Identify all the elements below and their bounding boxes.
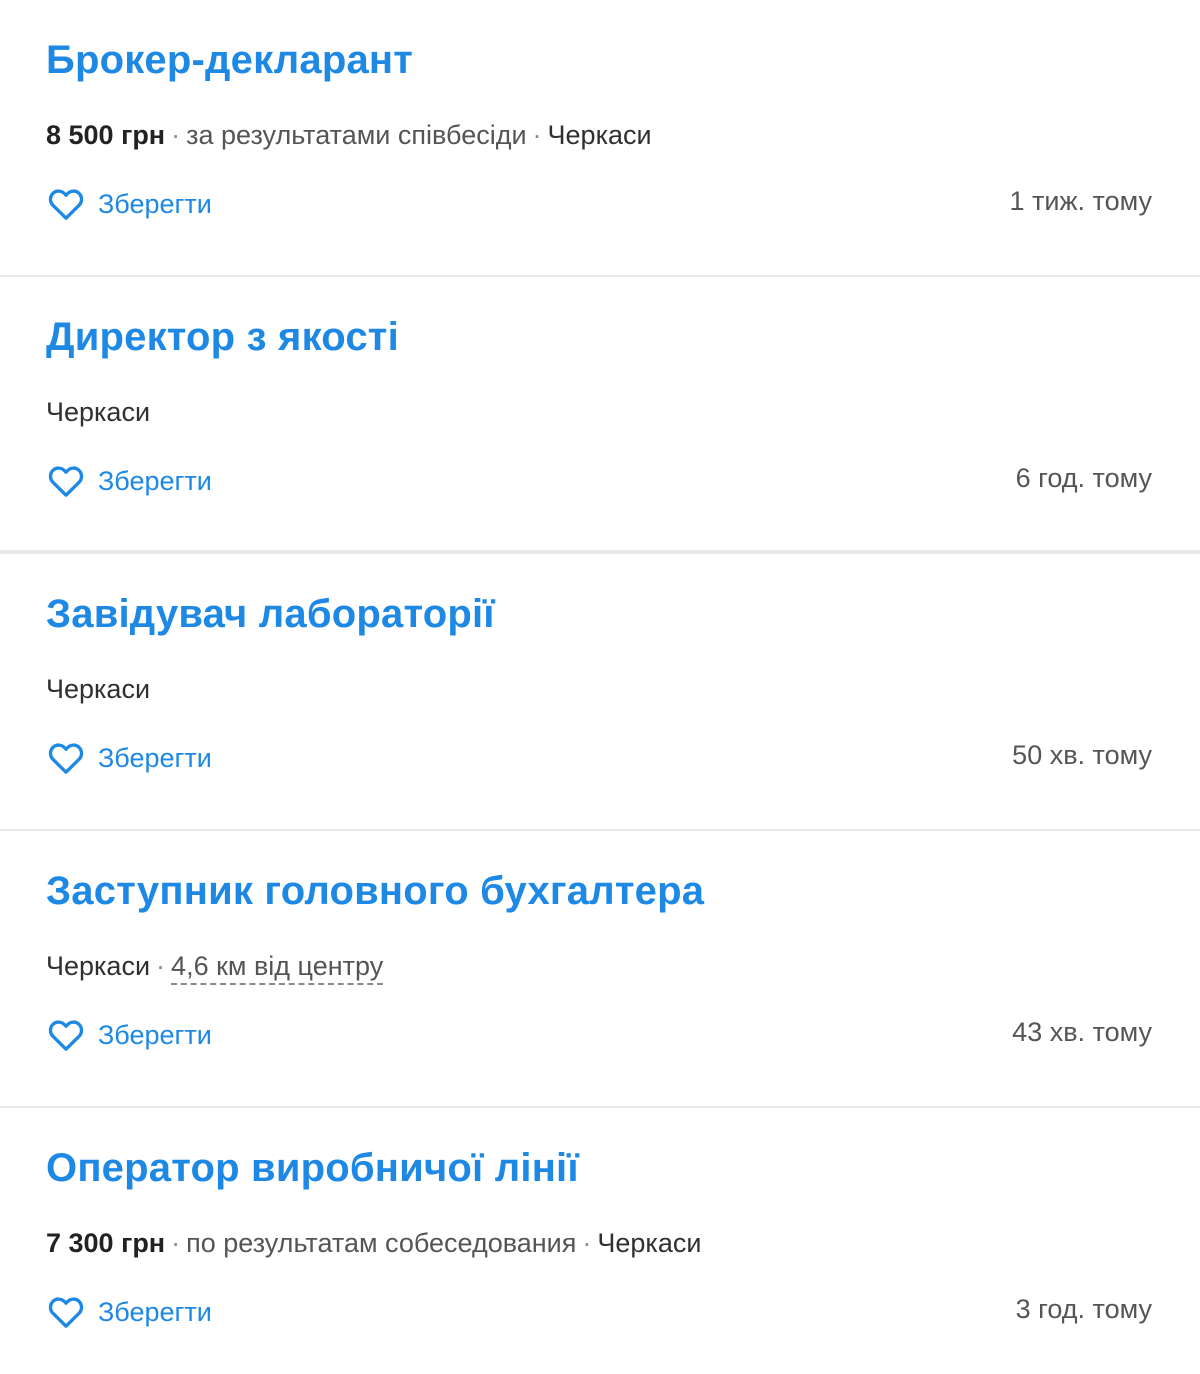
save-label: Зберегти (98, 1019, 212, 1050)
salary-amount: 7 300 грн (46, 1228, 166, 1258)
save-button[interactable]: Зберегти (46, 461, 212, 501)
posted-time: 50 хв. тому (1012, 740, 1152, 770)
meta-separator: · (582, 1228, 592, 1258)
heart-outline-icon (48, 743, 84, 774)
vacancy-title-link[interactable]: Завідувач лабораторії (46, 592, 495, 637)
posted-time: 1 тиж. тому (1009, 186, 1152, 216)
city: Черкаси (46, 674, 151, 704)
save-label: Зберегти (98, 1296, 212, 1327)
vacancy-title-link[interactable]: Оператор виробничої лінії (46, 1146, 579, 1191)
city: Черкаси (46, 397, 151, 427)
vacancy-meta: Черкаси (46, 397, 150, 428)
save-label: Зберегти (98, 465, 212, 496)
vacancy-title-link[interactable]: Брокер-декларант (46, 38, 413, 83)
vacancy-title-link[interactable]: Заступник головного бухгалтера (46, 869, 704, 914)
vacancy-meta: Черкаси (46, 674, 150, 705)
meta-separator: · (171, 120, 181, 150)
meta-separator: · (156, 951, 166, 981)
vacancy-title-link[interactable]: Директор з якості (46, 315, 399, 360)
heart-outline-icon (48, 466, 84, 497)
save-button[interactable]: Зберегти (46, 1292, 212, 1332)
save-label: Зберегти (98, 742, 212, 773)
heart-outline-icon (48, 1020, 84, 1051)
posted-time: 6 год. тому (1015, 463, 1152, 493)
save-button[interactable]: Зберегти (46, 1015, 212, 1055)
city: Черкаси (46, 951, 151, 981)
save-label: Зберегти (98, 188, 212, 219)
vacancy-list: Брокер-декларант 8 500 грн · за результата… (0, 0, 1200, 1374)
save-button[interactable]: Зберегти (46, 738, 212, 778)
vacancy-meta: Черкаси · 4,6 км від центру (46, 951, 384, 985)
posted-time: 3 год. тому (1015, 1294, 1152, 1324)
distance-from-center[interactable]: 4,6 км від центру (171, 951, 384, 985)
salary-note: за результатами співбесіди (186, 120, 527, 150)
heart-outline-icon (48, 1297, 84, 1328)
vacancy-card: Заступник головного бухгалтера Черкаси · 4… (0, 831, 1200, 1108)
vacancy-card: Брокер-декларант 8 500 грн · за результата… (0, 0, 1200, 277)
vacancy-meta: 7 300 грн · по результатам собеседования · Ч… (46, 1228, 701, 1259)
salary-note: по результатам собеседования (186, 1228, 577, 1258)
city: Черкаси (597, 1228, 702, 1258)
salary-amount: 8 500 грн (46, 120, 166, 150)
vacancy-meta: 8 500 грн · за результатами співбесіди · Чер… (46, 120, 652, 151)
save-button[interactable]: Зберегти (46, 184, 212, 224)
posted-time: 43 хв. тому (1012, 1017, 1152, 1047)
vacancy-card: Директор з якості Черкаси Зберегти 6 год… (0, 277, 1200, 554)
vacancy-card: Оператор виробничої лінії 7 300 грн · по р… (0, 1108, 1200, 1374)
vacancy-card: Завідувач лабораторії Черкаси Зберегти 5… (0, 554, 1200, 831)
meta-separator: · (171, 1228, 181, 1258)
city: Черкаси (547, 120, 652, 150)
heart-outline-icon (48, 189, 84, 220)
meta-separator: · (532, 120, 542, 150)
